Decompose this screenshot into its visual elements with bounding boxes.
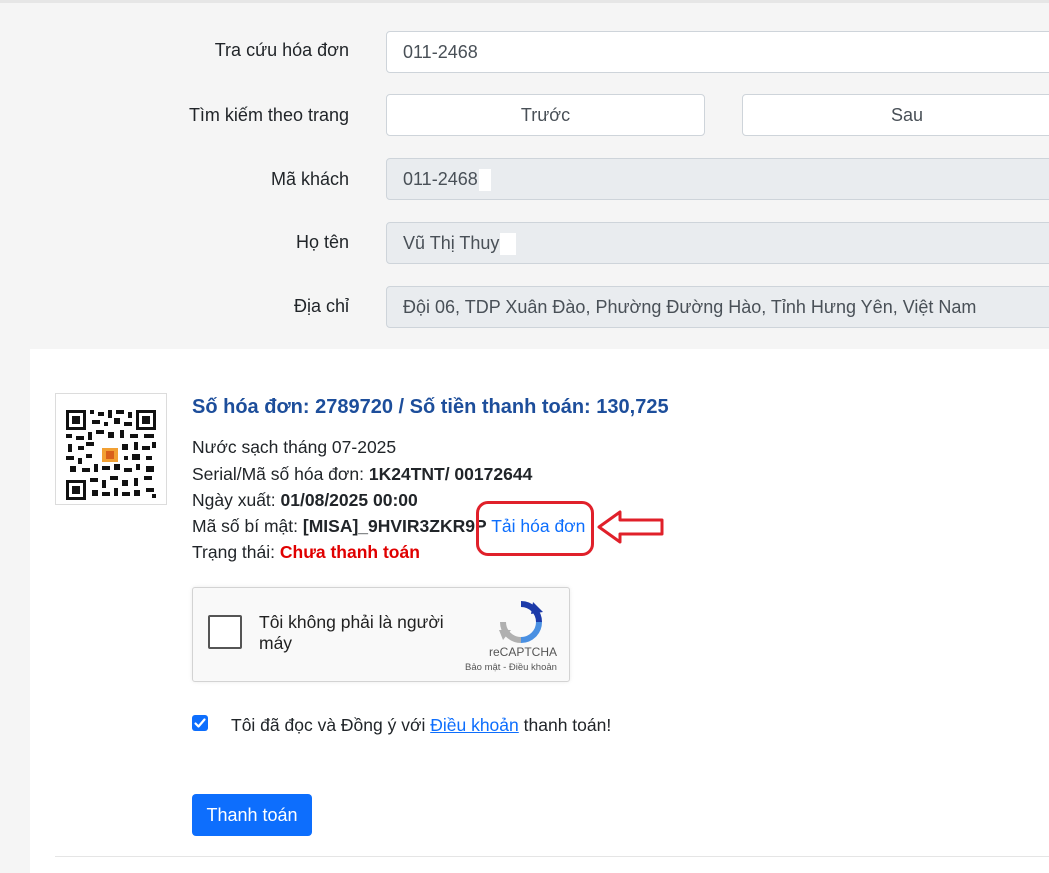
- recaptcha-terms[interactable]: Bảo mật - Điều khoản: [451, 662, 571, 673]
- invoice-lookup-input[interactable]: 011-2468: [386, 31, 1049, 73]
- recaptcha-brand: reCAPTCHA: [488, 645, 557, 659]
- recaptcha-logo-icon: [499, 601, 543, 643]
- recaptcha-label: Tôi không phải là người máy: [259, 612, 444, 653]
- customer-code-value: 011-2468: [403, 169, 478, 189]
- redaction-mask: [500, 233, 517, 256]
- customer-name-field: Vũ Thị Thuy: [386, 222, 1049, 264]
- agreement-suffix: thanh toán!: [518, 715, 612, 735]
- agreement-checkbox[interactable]: [192, 715, 208, 731]
- lookup-label: Tra cứu hóa đơn: [214, 40, 349, 60]
- invoice-date-row: Ngày xuất: 01/08/2025 00:00: [192, 490, 418, 511]
- qr-code-icon: [55, 393, 167, 505]
- page-search-label: Tìm kiếm theo trang: [188, 105, 349, 125]
- annotation-arrow-icon: [597, 510, 664, 544]
- recaptcha-checkbox[interactable]: [208, 615, 242, 649]
- invoice-description: Nước sạch tháng 07-2025: [192, 437, 397, 457]
- next-page-button[interactable]: Sau: [742, 94, 1049, 136]
- customer-code-label: Mã khách: [270, 169, 349, 189]
- agreement-text: Tôi đã đọc và Đồng ý với Điều khoản than…: [231, 715, 611, 736]
- status-value: Chưa thanh toán: [279, 542, 420, 562]
- agreement-prefix: Tôi đã đọc và Đồng ý với: [231, 715, 431, 735]
- prev-page-button[interactable]: Trước: [386, 94, 705, 136]
- serial-value: 1K24TNT/ 00172644: [368, 464, 533, 484]
- terms-link[interactable]: Điều khoản: [430, 715, 519, 735]
- top-divider: [0, 0, 1049, 3]
- secret-value: [MISA]_9HVIR3ZKR9P: [302, 516, 487, 536]
- address-field: Đội 06, TDP Xuân Đào, Phường Đường Hào, …: [386, 286, 1049, 328]
- customer-code-field: 011-2468: [386, 158, 1049, 200]
- serial-label: Serial/Mã số hóa đơn:: [192, 464, 369, 484]
- recaptcha-widget: Tôi không phải là người máy reCAPTCHA Bả…: [192, 587, 570, 682]
- bottom-divider: [55, 856, 1049, 857]
- date-label: Ngày xuất:: [192, 490, 281, 510]
- invoice-lookup-value: 011-2468: [403, 42, 478, 62]
- customer-name-value: Vũ Thị Thuy: [403, 233, 500, 253]
- address-label: Địa chỉ: [293, 296, 349, 316]
- secret-label: Mã số bí mật:: [192, 516, 303, 536]
- status-label: Trạng thái:: [192, 542, 280, 562]
- name-label: Họ tên: [295, 232, 349, 252]
- checkbox-checked-icon: [194, 718, 206, 728]
- annotation-highlight-box: [476, 501, 594, 556]
- invoice-title: Số hóa đơn: 2789720 / Số tiền thanh toán…: [192, 396, 669, 418]
- invoice-serial-row: Serial/Mã số hóa đơn: 1K24TNT/ 00172644: [192, 464, 532, 485]
- date-value: 01/08/2025 00:00: [280, 490, 418, 510]
- address-value: Đội 06, TDP Xuân Đào, Phường Đường Hào, …: [403, 297, 977, 317]
- pay-button[interactable]: Thanh toán: [192, 794, 312, 836]
- redaction-mask: [478, 169, 491, 192]
- invoice-status-row: Trạng thái: Chưa thanh toán: [192, 542, 420, 563]
